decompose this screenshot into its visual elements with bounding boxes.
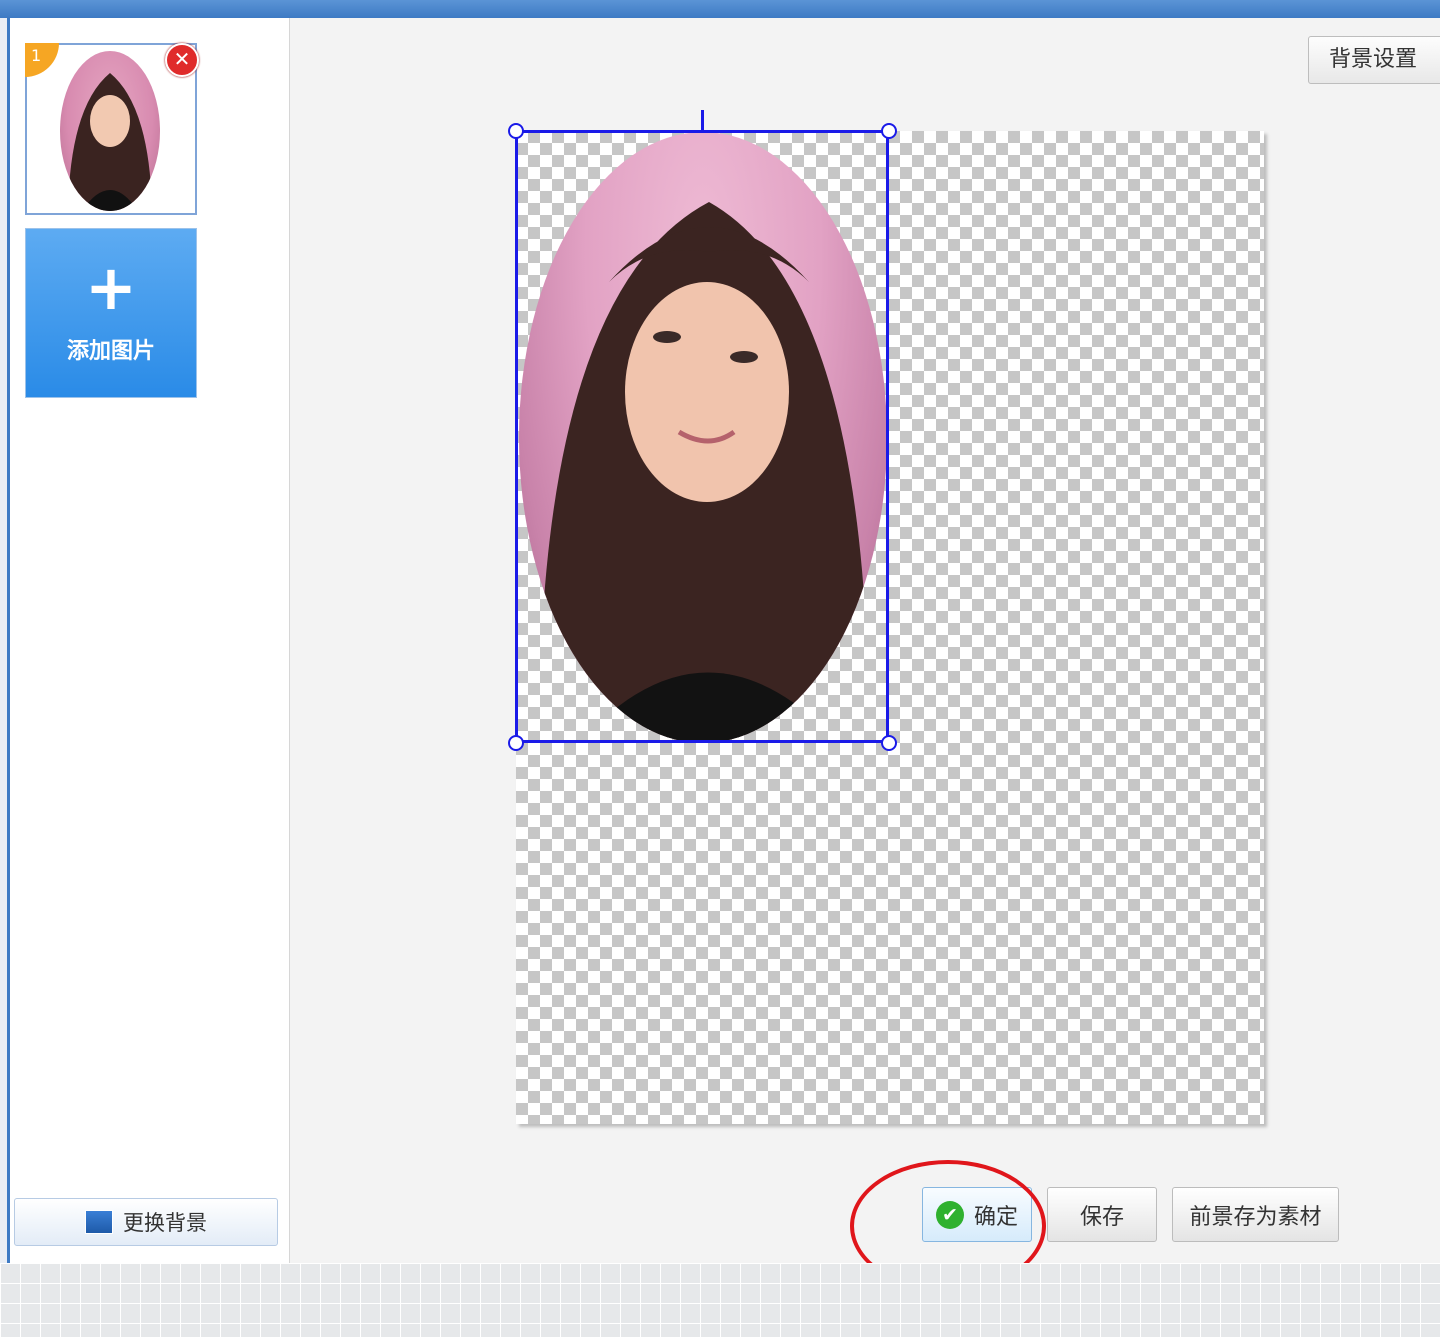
- background-settings-button[interactable]: 背景设置: [1308, 36, 1440, 84]
- save-foreground-as-material-button[interactable]: 前景存为素材: [1172, 1187, 1339, 1242]
- window-title-bar: [0, 0, 1440, 18]
- resize-handle-top-right[interactable]: [881, 123, 897, 139]
- resize-handle-bottom-left[interactable]: [508, 735, 524, 751]
- plus-icon: +: [85, 251, 137, 324]
- save-button[interactable]: 保存: [1047, 1187, 1157, 1242]
- image-sidebar: 1 ✕ + 添加图片 更换背景: [10, 18, 290, 1263]
- thumbnail-index-badge: 1: [25, 43, 59, 77]
- window-left-edge: [0, 18, 10, 1263]
- selection-box[interactable]: [515, 130, 889, 743]
- resize-handle-bottom-right[interactable]: [881, 735, 897, 751]
- add-image-label: 添加图片: [66, 339, 155, 364]
- rotate-handle[interactable]: [701, 110, 704, 130]
- background-image-icon: [85, 1210, 113, 1234]
- thumbnail-photo: [60, 51, 160, 211]
- bottom-panel: [0, 1263, 1440, 1337]
- image-thumbnail[interactable]: 1 ✕: [25, 43, 199, 215]
- delete-image-icon[interactable]: ✕: [165, 43, 199, 77]
- resize-handle-top-left[interactable]: [508, 123, 524, 139]
- add-image-button[interactable]: + 添加图片: [25, 228, 197, 398]
- portrait-image: [68, 73, 152, 211]
- change-background-label: 更换背景: [123, 1211, 207, 1235]
- change-background-button[interactable]: 更换背景: [14, 1198, 278, 1246]
